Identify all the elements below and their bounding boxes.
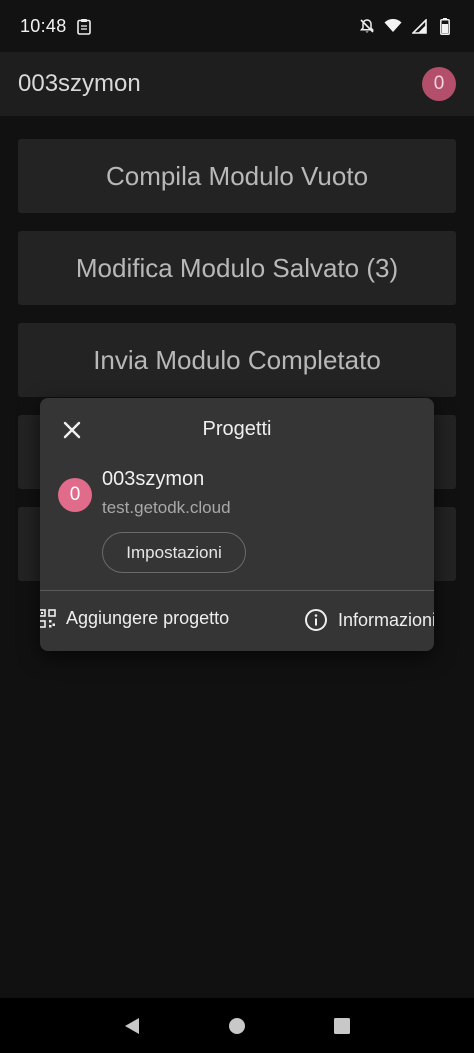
info-icon — [304, 608, 328, 632]
project-url: test.getodk.cloud — [102, 498, 231, 517]
dialog-title: Progetti — [202, 418, 272, 440]
app-bar: 003szymon 0 — [0, 52, 474, 116]
app-title: 003szymon — [18, 70, 141, 97]
send-finalized-form-button[interactable]: Invia Modulo Completato — [18, 323, 456, 397]
clipboard-icon — [75, 17, 93, 35]
projects-dialog: Progetti 0 003szymon test.getodk.cloud I… — [40, 398, 434, 651]
project-avatar-button[interactable]: 0 — [422, 67, 456, 101]
status-time: 10:48 — [20, 15, 67, 36]
project-avatar: 0 — [58, 478, 92, 512]
current-project: 0 003szymon test.getodk.cloud Impostazio… — [58, 468, 428, 578]
add-project-button[interactable]: Aggiungere progetto — [40, 608, 229, 629]
home-icon[interactable] — [228, 1017, 246, 1035]
navigation-bar — [0, 998, 474, 1053]
status-bar: 10:48 — [0, 0, 474, 52]
add-project-label: Aggiungere progetto — [66, 608, 230, 628]
signal-icon — [410, 17, 428, 35]
battery-icon — [436, 17, 454, 35]
qr-code-icon — [40, 608, 56, 629]
back-icon[interactable] — [123, 1016, 141, 1036]
about-button[interactable]: Informazioni — [304, 608, 434, 632]
project-name: 003szymon — [102, 468, 205, 490]
notifications-off-icon — [358, 17, 376, 35]
divider — [40, 590, 434, 591]
project-settings-button[interactable]: Impostazioni — [102, 532, 246, 573]
fill-blank-form-button[interactable]: Compila Modulo Vuoto — [18, 139, 456, 213]
wifi-icon — [384, 17, 402, 35]
recents-icon[interactable] — [333, 1017, 351, 1035]
about-label: Informazioni — [338, 609, 434, 630]
edit-saved-form-button[interactable]: Modifica Modulo Salvato (3) — [18, 231, 456, 305]
